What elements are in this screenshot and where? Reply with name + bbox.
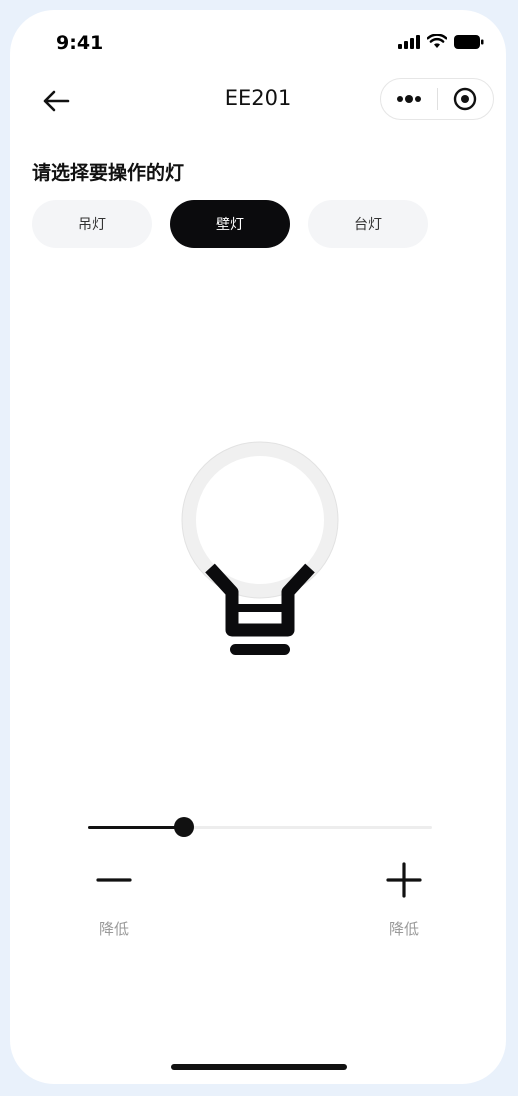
lamp-select-title: 请选择要操作的灯: [32, 162, 185, 184]
increase-label: 降低: [388, 920, 419, 938]
more-button[interactable]: [381, 79, 437, 119]
phone-screen: 9:41 EE201 请选择要操作的灯 吊灯 壁灯 台灯 降低 降低: [10, 10, 506, 1084]
status-bar: 9:41: [10, 10, 506, 74]
record-target-icon: [454, 87, 477, 111]
mini-program-capsule: [380, 78, 494, 120]
lamp-tabs: 吊灯 壁灯 台灯: [32, 200, 428, 248]
light-bulb-icon: [181, 441, 339, 655]
increase-button[interactable]: 降低: [364, 862, 444, 939]
status-time: 9:41: [56, 32, 104, 54]
minus-icon: [96, 878, 132, 882]
status-icons: [398, 34, 484, 49]
tab-desk-lamp[interactable]: 台灯: [308, 200, 428, 248]
slider-fill: [88, 826, 184, 829]
more-dots-icon: [396, 95, 421, 103]
plus-icon: [386, 862, 422, 898]
close-program-button[interactable]: [438, 79, 494, 119]
slider-thumb[interactable]: [174, 817, 194, 837]
decrease-button[interactable]: 降低: [74, 862, 154, 939]
decrease-label: 降低: [98, 920, 129, 938]
home-indicator: [171, 1064, 347, 1070]
tab-wall-lamp[interactable]: 壁灯: [170, 200, 290, 248]
tab-pendant-lamp[interactable]: 吊灯: [32, 200, 152, 248]
wifi-icon: [427, 34, 447, 48]
nav-bar: EE201: [10, 74, 506, 128]
signal-icon: [398, 34, 420, 49]
battery-icon: [454, 34, 484, 49]
brightness-slider[interactable]: [88, 810, 432, 844]
